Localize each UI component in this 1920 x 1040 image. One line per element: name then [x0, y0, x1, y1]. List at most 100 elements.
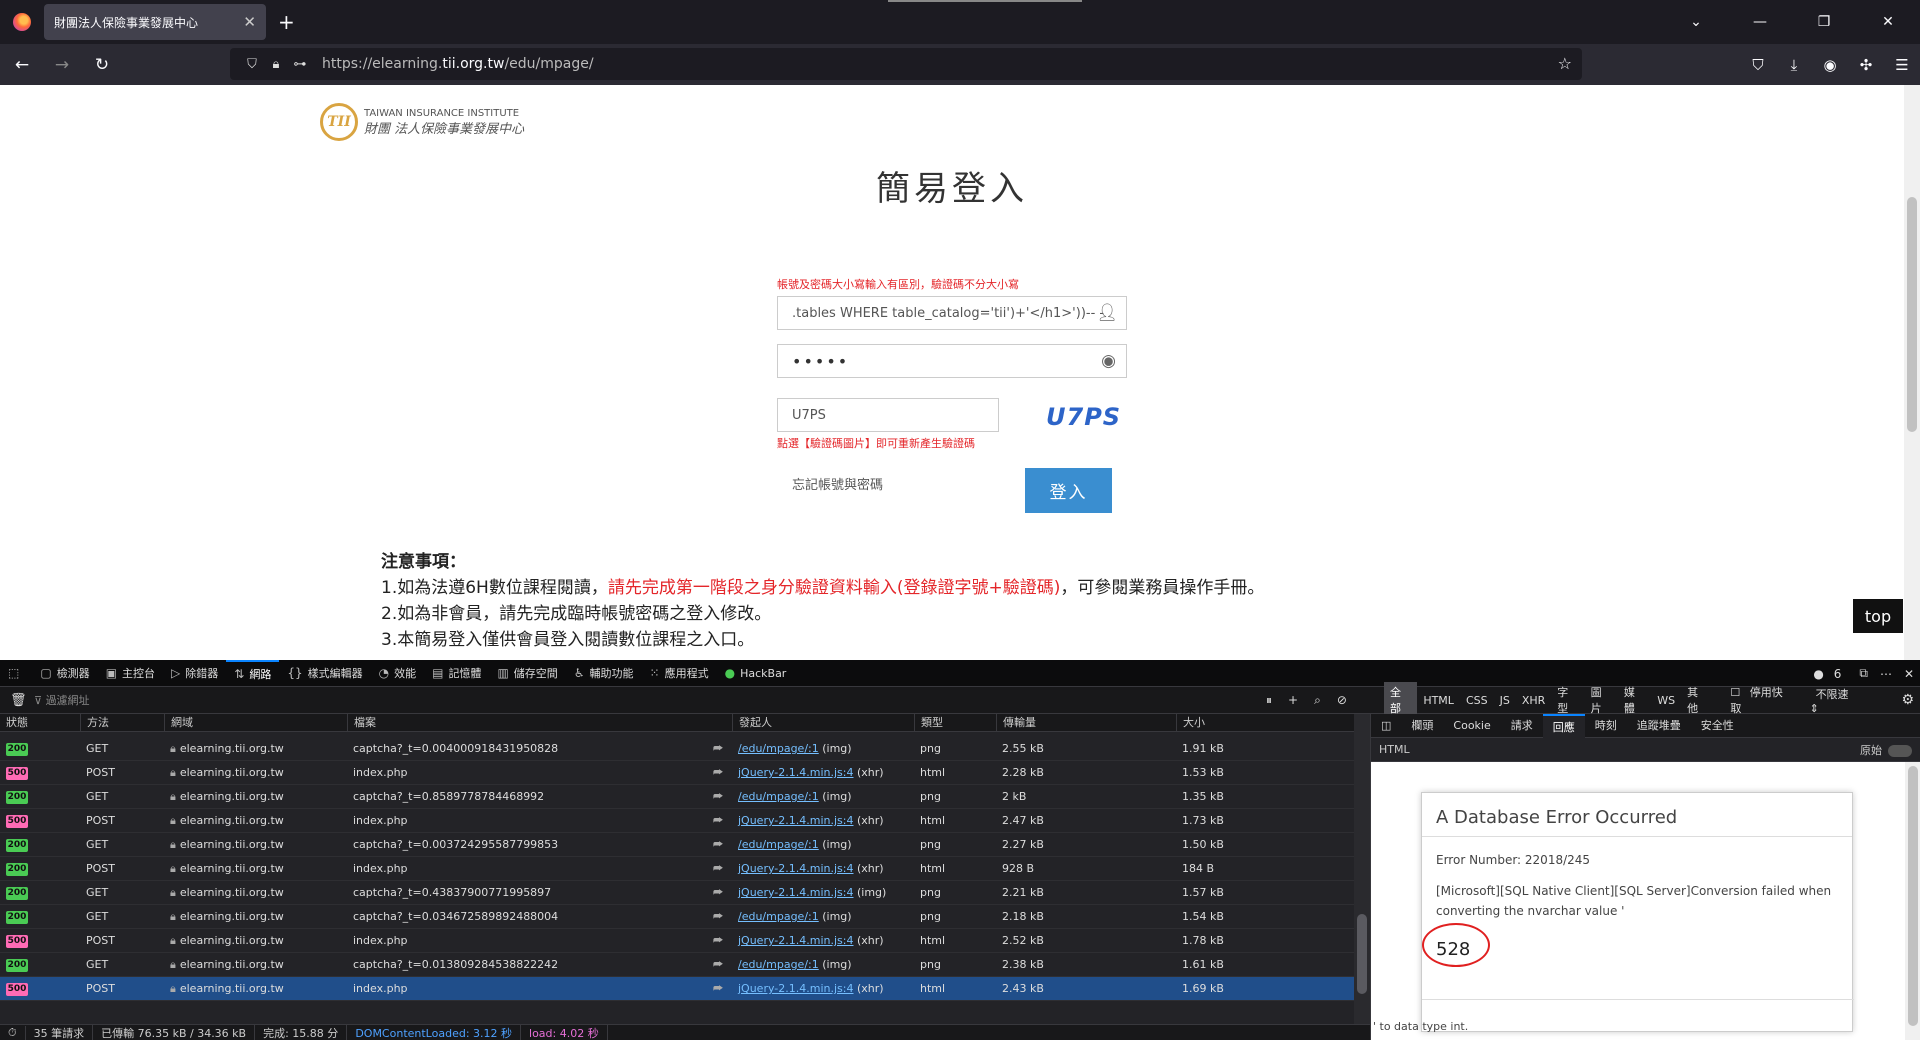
- initiator-link[interactable]: jQuery-2.1.4.min.js:4: [738, 886, 853, 899]
- request-list-scrollbar[interactable]: [1354, 714, 1370, 1024]
- initiator-link[interactable]: /edu/mpage/:1: [738, 910, 819, 923]
- menu-icon[interactable]: ☰: [1884, 56, 1920, 74]
- table-row[interactable]: 200 GET 🔒︎ elearning.tii.org.tw captcha?_t=0…: [0, 905, 1354, 929]
- url-text[interactable]: https://elearning.tii.org.tw/edu/mpage/: [322, 56, 594, 72]
- tab-performance[interactable]: ◔ 效能: [371, 660, 424, 687]
- initiator-link[interactable]: jQuery-2.1.4.min.js:4: [738, 982, 853, 995]
- initiator-cell[interactable]: jQuery-2.1.4.min.js:4 (img): [732, 881, 914, 905]
- col-transferred[interactable]: 傳輸量: [996, 713, 1181, 732]
- tab-response[interactable]: 回應: [1542, 713, 1585, 738]
- initiator-cell[interactable]: jQuery-2.1.4.min.js:4 (xhr): [732, 857, 914, 881]
- perf-icon[interactable]: ⏱︎: [0, 1025, 26, 1040]
- error-count-badge[interactable]: ● 6: [1813, 667, 1847, 681]
- more-options-icon[interactable]: ⋯: [1880, 667, 1892, 681]
- initiator-cell[interactable]: jQuery-2.1.4.min.js:4 (xhr): [732, 977, 914, 1001]
- initiator-link[interactable]: jQuery-2.1.4.min.js:4: [738, 862, 853, 875]
- initiator-link[interactable]: /edu/mpage/:1: [738, 742, 819, 755]
- tab-memory[interactable]: ▤ 記憶體: [424, 660, 489, 687]
- tab-hackbar[interactable]: ● HackBar: [717, 660, 795, 687]
- initiator-link[interactable]: jQuery-2.1.4.min.js:4: [738, 766, 853, 779]
- tab-console[interactable]: ▣ 主控台: [98, 660, 163, 687]
- close-devtools-icon[interactable]: ✕: [1904, 667, 1914, 681]
- filter-ws[interactable]: WS: [1651, 692, 1681, 709]
- col-size[interactable]: 大小: [1176, 713, 1354, 732]
- table-row[interactable]: 200 GET 🔒︎ elearning.tii.org.tw captcha?_t=0…: [0, 881, 1354, 905]
- tab-stack-trace[interactable]: 追蹤堆疊: [1627, 714, 1691, 738]
- filter-html[interactable]: HTML: [1417, 692, 1460, 709]
- filter-css[interactable]: CSS: [1460, 692, 1494, 709]
- firefox-icon[interactable]: [0, 0, 44, 44]
- tab-cookies[interactable]: Cookie: [1443, 714, 1500, 738]
- tab-accessibility[interactable]: ♿︎ 輔助功能: [566, 660, 642, 687]
- table-row[interactable]: 500 POST 🔒︎ elearning.tii.org.tw index.php ⮫ j…: [0, 929, 1354, 953]
- tab-application[interactable]: ⁙ 應用程式: [642, 660, 717, 687]
- toggle-sidebar-icon[interactable]: ◫: [1371, 714, 1401, 738]
- initiator-cell[interactable]: /edu/mpage/:1 (img): [732, 953, 914, 977]
- show-password-eye-icon[interactable]: ◉: [1101, 351, 1118, 371]
- browser-tab[interactable]: 財團法人保險事業發展中心 ✕: [44, 4, 266, 40]
- bookmark-star-icon[interactable]: ☆: [1558, 54, 1572, 73]
- site-logo[interactable]: TII TAIWAN INSURANCE INSTITUTE 財團 法人保險事業…: [320, 103, 524, 141]
- col-domain[interactable]: 網域: [164, 713, 349, 732]
- trash-icon[interactable]: 🗑︎: [10, 693, 27, 708]
- col-file[interactable]: 檔案: [347, 713, 737, 732]
- table-row[interactable]: 200 POST 🔒︎ elearning.tii.org.tw index.php ⮫ j…: [0, 857, 1354, 881]
- forward-icon[interactable]: →: [44, 55, 80, 75]
- col-status[interactable]: 狀態: [0, 714, 87, 732]
- captcha-image[interactable]: U7PS: [1046, 403, 1121, 431]
- page-scrollbar[interactable]: [1904, 85, 1920, 660]
- close-tab-icon[interactable]: ✕: [243, 13, 256, 31]
- tab-network[interactable]: ⇅ 網路: [226, 659, 280, 687]
- search-icon[interactable]: ⌕: [1314, 693, 1321, 708]
- initiator-cell[interactable]: jQuery-2.1.4.min.js:4 (xhr): [732, 929, 914, 953]
- permissions-icon[interactable]: ⊶: [288, 57, 312, 72]
- initiator-cell[interactable]: jQuery-2.1.4.min.js:4 (xhr): [732, 761, 914, 785]
- login-button[interactable]: 登入: [1025, 468, 1112, 513]
- tab-list-icon[interactable]: ⌄: [1664, 14, 1728, 30]
- tab-debugger[interactable]: ▷ 除錯器: [163, 660, 226, 687]
- raw-toggle[interactable]: 原始: [1860, 742, 1912, 758]
- filter-urls-input[interactable]: ⊽ 過濾網址: [34, 692, 90, 708]
- preview-scrollbar[interactable]: [1905, 762, 1920, 1040]
- back-icon[interactable]: ←: [4, 55, 40, 75]
- account-icon[interactable]: ◉: [1812, 56, 1848, 74]
- extensions-icon[interactable]: ✣: [1848, 56, 1884, 74]
- tab-headers[interactable]: 欄頭: [1401, 714, 1443, 738]
- table-row[interactable]: 200 GET 🔒︎ elearning.tii.org.tw captcha?_t=0…: [0, 833, 1354, 857]
- table-row[interactable]: 200 GET 🔒︎ elearning.tii.org.tw captcha?_t=0…: [0, 737, 1354, 761]
- dock-icon[interactable]: ⧉: [1859, 666, 1868, 681]
- minimize-icon[interactable]: —: [1728, 14, 1792, 30]
- new-tab-icon[interactable]: +: [278, 10, 295, 34]
- throttle-select[interactable]: 不限速 ⇕: [1804, 684, 1872, 717]
- back-to-top-button[interactable]: top: [1853, 599, 1903, 633]
- filter-js[interactable]: JS: [1494, 692, 1516, 709]
- download-icon[interactable]: ⤓: [1776, 56, 1812, 74]
- initiator-cell[interactable]: /edu/mpage/:1 (img): [732, 785, 914, 809]
- tab-style-editor[interactable]: {} 樣式編輯器: [279, 660, 370, 687]
- reload-icon[interactable]: ↻: [84, 55, 120, 75]
- table-row[interactable]: 200 GET 🔒︎ elearning.tii.org.tw captcha?_t=0…: [0, 785, 1354, 809]
- tab-timings[interactable]: 時刻: [1585, 714, 1627, 738]
- col-type[interactable]: 類型: [914, 713, 999, 732]
- tab-inspector[interactable]: ▢ 檢測器: [32, 660, 97, 687]
- block-icon[interactable]: ⊘: [1337, 693, 1347, 707]
- gear-icon[interactable]: ⚙: [1895, 690, 1920, 710]
- add-icon[interactable]: +: [1288, 693, 1298, 707]
- table-row[interactable]: 200 GET 🔒︎ elearning.tii.org.tw captcha?_t=0…: [0, 953, 1354, 977]
- password-input[interactable]: ••••• ◉: [777, 344, 1127, 378]
- initiator-link[interactable]: jQuery-2.1.4.min.js:4: [738, 814, 853, 827]
- initiator-link[interactable]: jQuery-2.1.4.min.js:4: [738, 934, 853, 947]
- forgot-account-link[interactable]: 忘記帳號與密碼: [792, 474, 883, 493]
- initiator-cell[interactable]: /edu/mpage/:1 (img): [732, 737, 914, 761]
- tab-request[interactable]: 請求: [1501, 714, 1543, 738]
- tab-storage[interactable]: ▥ 儲存空間: [489, 660, 565, 687]
- pause-icon[interactable]: ⏸︎: [1266, 693, 1272, 708]
- initiator-link[interactable]: /edu/mpage/:1: [738, 958, 819, 971]
- pocket-icon[interactable]: ⛉: [1740, 56, 1776, 74]
- table-row[interactable]: 500 POST 🔒︎ elearning.tii.org.tw index.php ⮫ j…: [0, 761, 1354, 785]
- lock-icon[interactable]: 🔒︎: [264, 57, 288, 72]
- initiator-link[interactable]: /edu/mpage/:1: [738, 838, 819, 851]
- shield-icon[interactable]: ⛉: [240, 57, 264, 72]
- account-input[interactable]: .tables WHERE table_catalog='tii')+'</h1…: [777, 296, 1127, 330]
- initiator-cell[interactable]: /edu/mpage/:1 (img): [732, 833, 914, 857]
